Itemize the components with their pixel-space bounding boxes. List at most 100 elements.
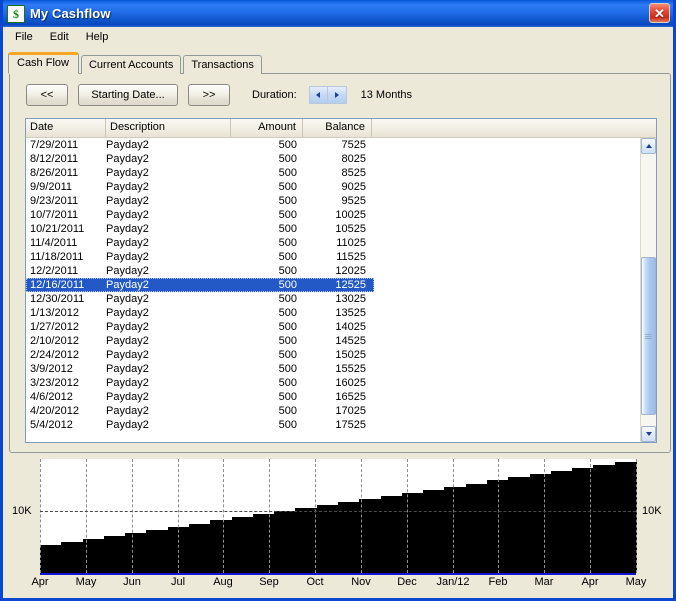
- cell-description: Payday2: [106, 209, 149, 221]
- x-axis-tick-label: Jun: [123, 576, 141, 588]
- table-row[interactable]: 2/24/2012 Payday2 500 15025: [26, 348, 656, 362]
- chart-bar: [444, 486, 467, 573]
- table-row[interactable]: 11/4/2011 Payday2 500 11025: [26, 236, 656, 250]
- gridline-vertical: [636, 459, 637, 573]
- cell-date: 10/21/2011: [30, 223, 85, 235]
- cell-date: 8/12/2011: [30, 153, 79, 165]
- column-header-amount[interactable]: Amount: [231, 119, 303, 137]
- dollar-icon: $: [7, 4, 25, 23]
- cell-description: Payday2: [106, 307, 149, 319]
- chart-bar: [146, 529, 169, 573]
- column-header-date[interactable]: Date: [26, 119, 106, 137]
- cell-date: 11/18/2011: [30, 251, 84, 263]
- close-icon[interactable]: ✕: [649, 3, 670, 23]
- chart-bar: [274, 511, 297, 573]
- chart-bar: [189, 523, 211, 573]
- cell-description: Payday2: [106, 251, 149, 263]
- cell-amount: 500: [278, 237, 297, 249]
- cell-date: 5/4/2012: [30, 419, 73, 431]
- cell-balance: 11525: [336, 251, 366, 263]
- window-title: My Cashflow: [30, 6, 111, 21]
- cell-amount: 500: [278, 181, 297, 193]
- x-axis-tick-label: Mar: [534, 576, 554, 588]
- table-row[interactable]: 9/23/2011 Payday2 500 9525: [26, 194, 656, 208]
- scrollbar-thumb[interactable]: [641, 257, 656, 416]
- triangle-left-icon[interactable]: [308, 86, 328, 104]
- tab-transactions[interactable]: Transactions: [183, 55, 262, 74]
- table-row[interactable]: 11/18/2011 Payday2 500 11525: [26, 250, 656, 264]
- starting-date-button[interactable]: Starting Date...: [78, 84, 178, 106]
- cell-amount: 500: [278, 265, 297, 277]
- triangle-right-icon[interactable]: [327, 86, 347, 104]
- cell-date: 1/13/2012: [30, 307, 79, 319]
- list-scrollbar[interactable]: [640, 138, 656, 442]
- gridline-vertical: [498, 459, 499, 573]
- table-row[interactable]: 12/2/2011 Payday2 500 12025: [26, 264, 656, 278]
- cell-balance: 13525: [335, 307, 366, 319]
- table-row[interactable]: 9/9/2011 Payday2 500 9025: [26, 180, 656, 194]
- balance-chart: 10K 10K Apr May Jun Jul Aug Sep Oct Nov Dec Jan/1…: [6, 457, 670, 595]
- x-axis-tick-label: Feb: [488, 576, 508, 588]
- chevron-down-icon[interactable]: [641, 426, 656, 442]
- tab-cash-flow[interactable]: Cash Flow: [8, 52, 79, 74]
- menu-bar: File Edit Help: [3, 27, 673, 49]
- menu-item-edit[interactable]: Edit: [44, 29, 77, 46]
- gridline-vertical: [453, 459, 454, 573]
- cell-balance: 9025: [341, 181, 366, 193]
- cashflow-list: Date Description Amount Balance 7/29/201…: [25, 118, 657, 443]
- cell-amount: 500: [278, 153, 297, 165]
- table-row[interactable]: 7/29/2011 Payday2 500 7525: [26, 138, 656, 152]
- table-row[interactable]: 1/27/2012 Payday2 500 14025: [26, 320, 656, 334]
- menu-item-file[interactable]: File: [9, 29, 41, 46]
- table-row[interactable]: 4/20/2012 Payday2 500 17025: [26, 404, 656, 418]
- column-header-description[interactable]: Description: [106, 119, 231, 137]
- table-row[interactable]: 4/6/2012 Payday2 500 16525: [26, 390, 656, 404]
- cell-amount: 500: [278, 293, 297, 305]
- list-body: 7/29/2011 Payday2 500 7525 8/12/2011 Payday2 5…: [26, 138, 656, 442]
- table-row[interactable]: 2/10/2012 Payday2 500 14525: [26, 334, 656, 348]
- cell-balance: 8025: [341, 153, 366, 165]
- tab-current-accounts[interactable]: Current Accounts: [80, 55, 182, 74]
- table-row[interactable]: 8/26/2011 Payday2 500 8525: [26, 166, 656, 180]
- table-row[interactable]: 5/4/2012 Payday2 500 17525: [26, 418, 656, 432]
- gridline-vertical: [86, 459, 87, 573]
- column-header-balance[interactable]: Balance: [303, 119, 372, 137]
- cell-amount: 500: [278, 195, 297, 207]
- chevron-up-icon[interactable]: [641, 138, 656, 154]
- cell-date: 10/7/2011: [30, 209, 79, 221]
- cell-description: Payday2: [106, 237, 149, 249]
- gridline-vertical: [544, 459, 545, 573]
- x-axis-tick-label: Jan/12: [436, 576, 470, 588]
- cell-description: Payday2: [106, 167, 149, 179]
- table-row[interactable]: 8/12/2011 Payday2 500 8025: [26, 152, 656, 166]
- gridline-vertical: [407, 459, 408, 573]
- column-header-filler: [372, 119, 656, 137]
- previous-button[interactable]: <<: [26, 84, 68, 106]
- table-row[interactable]: 10/7/2011 Payday2 500 10025: [26, 208, 656, 222]
- chart-bar: [508, 477, 531, 573]
- next-button[interactable]: >>: [188, 84, 230, 106]
- table-row[interactable]: 12/16/2011 Payday2 500 12525: [26, 278, 374, 292]
- table-row[interactable]: 1/13/2012 Payday2 500 13525: [26, 306, 656, 320]
- chart-bar: [231, 517, 254, 573]
- table-row[interactable]: 12/30/2011 Payday2 500 13025: [26, 292, 656, 306]
- chart-x-axis-ticks: Apr May Jun Jul Aug Sep Oct Nov Dec Jan/12 Feb Mar A…: [31, 576, 646, 592]
- cell-balance: 17525: [335, 419, 366, 431]
- table-row[interactable]: 3/9/2012 Payday2 500 15525: [26, 362, 656, 376]
- x-axis-tick-label: May: [625, 576, 647, 588]
- cell-balance: 14025: [335, 321, 366, 333]
- tab-strip: Cash Flow Current Accounts Transactions: [8, 52, 673, 74]
- toolbar: << Starting Date... >> Duration: 13 Mont…: [10, 82, 670, 108]
- table-row[interactable]: 3/23/2012 Payday2 500 16025: [26, 376, 656, 390]
- duration-value: 13 Months: [360, 89, 413, 101]
- scrollbar-track[interactable]: [641, 154, 656, 426]
- table-row[interactable]: 10/21/2011 Payday2 500 10525: [26, 222, 656, 236]
- cell-amount: 500: [278, 405, 297, 417]
- cell-description: Payday2: [106, 153, 149, 165]
- cell-amount: 500: [278, 377, 297, 389]
- cell-description: Payday2: [106, 391, 149, 403]
- cell-amount: 500: [278, 223, 297, 235]
- gridline-vertical: [590, 459, 591, 573]
- cell-date: 7/29/2011: [30, 139, 79, 151]
- menu-item-help[interactable]: Help: [80, 29, 117, 46]
